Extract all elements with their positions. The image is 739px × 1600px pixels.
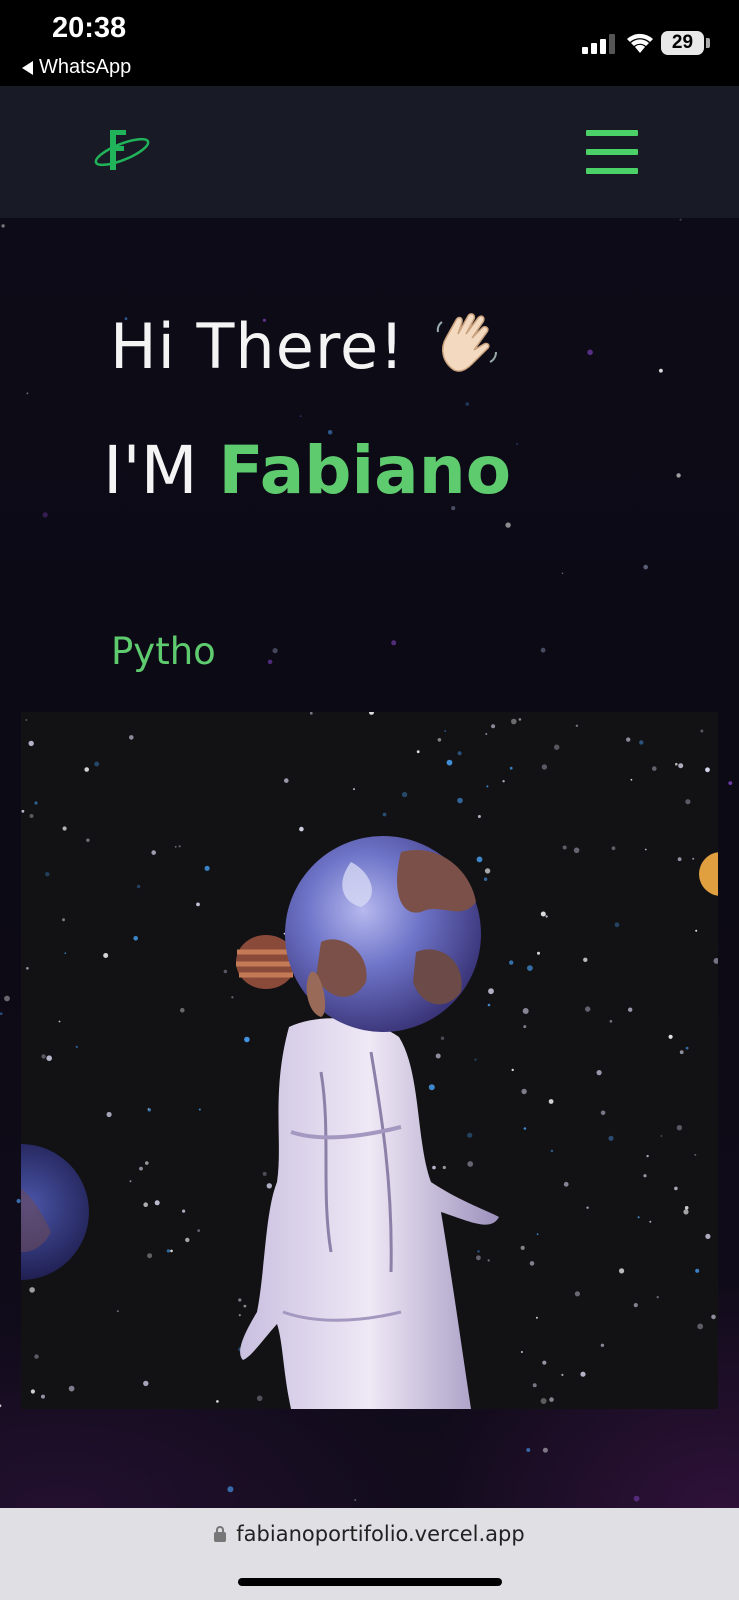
hero-intro: I'M Fabiano — [103, 432, 511, 509]
greeting-text: Hi There! — [110, 310, 405, 383]
home-indicator[interactable] — [238, 1578, 502, 1586]
url-display[interactable]: fabianoportifolio.vercel.app — [0, 1522, 739, 1546]
hero-greeting: Hi There! — [110, 310, 502, 383]
back-to-app-link[interactable]: WhatsApp — [22, 56, 131, 79]
url-text: fabianoportifolio.vercel.app — [236, 1522, 525, 1546]
hero-name: Fabiano — [218, 432, 512, 509]
hero-section: Hi There! I'M Fabiano Pytho — [0, 218, 739, 1508]
back-app-label: WhatsApp — [39, 56, 132, 78]
battery-nub — [706, 38, 710, 48]
status-time: 20:38 — [52, 12, 127, 44]
status-bar: 20:38 WhatsApp 29 — [0, 0, 739, 86]
astronaut-planet-head-image — [21, 712, 718, 1409]
battery-indicator: 29 — [661, 31, 704, 55]
typewriter-text: Pytho — [111, 630, 216, 673]
browser-address-bar[interactable]: fabianoportifolio.vercel.app — [0, 1508, 739, 1600]
logo-f-orbit-icon[interactable] — [92, 126, 152, 178]
lock-icon — [214, 1526, 227, 1542]
cellular-signal-icon — [582, 34, 615, 54]
navbar — [0, 86, 739, 218]
waving-hand-icon — [436, 313, 497, 372]
intro-prefix: I'M — [103, 432, 198, 509]
astronaut-illustration — [21, 712, 718, 1409]
wifi-icon — [627, 33, 653, 53]
back-arrow-icon — [22, 60, 33, 75]
hamburger-menu-icon[interactable] — [586, 130, 638, 174]
